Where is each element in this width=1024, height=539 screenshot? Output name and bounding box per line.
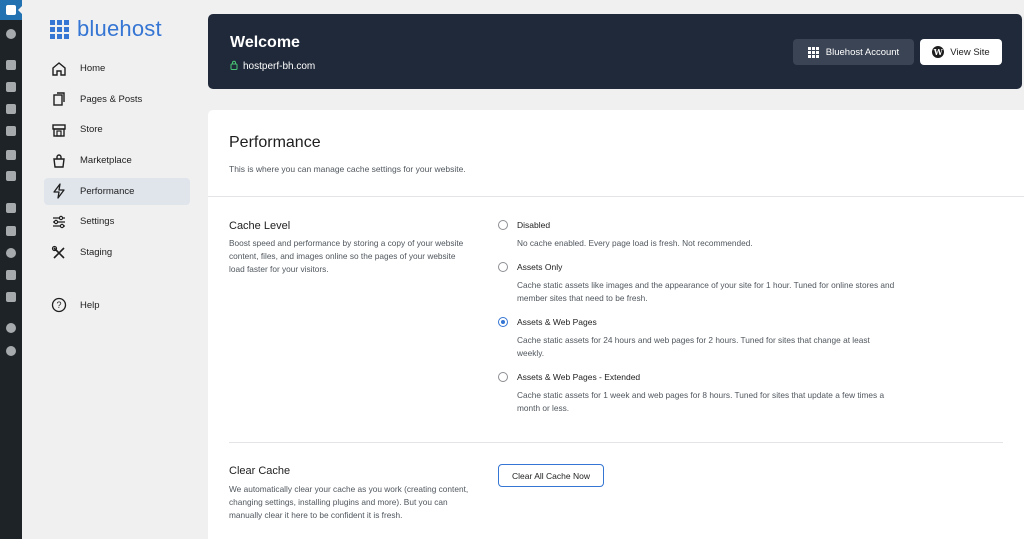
- svg-text:?: ?: [56, 301, 61, 311]
- bluehost-grid-icon: [50, 19, 69, 39]
- sidebar-item-help[interactable]: ? Help: [44, 292, 190, 319]
- sidebar-item-label: Performance: [80, 185, 135, 197]
- media-icon[interactable]: [0, 77, 22, 97]
- radio-assets-only[interactable]: [498, 262, 508, 272]
- dashboard-grid-icon[interactable]: [0, 0, 23, 20]
- users-icon[interactable]: [0, 243, 22, 263]
- store-icon: [51, 122, 67, 138]
- sidebar-item-label: Settings: [80, 216, 115, 228]
- welcome-title: Welcome: [230, 34, 300, 51]
- tools-icon[interactable]: [0, 265, 22, 285]
- clear-cache-description: We automatically clear your cache as you…: [229, 484, 469, 520]
- sidebar-item-marketplace[interactable]: Marketplace: [44, 147, 190, 174]
- view-site-label: View Site: [950, 46, 990, 58]
- sidebar-nav: Home Pages & Posts Store Marketplace Per…: [44, 55, 190, 323]
- site-domain: hostperf-bh.com: [230, 60, 315, 73]
- sidebar-item-store[interactable]: Store: [44, 116, 190, 143]
- cache-level-description: Boost speed and performance by storing a…: [229, 238, 464, 274]
- option-description: No cache enabled. Every page load is fre…: [517, 238, 753, 248]
- option-description: Cache static assets for 1 week and web p…: [517, 390, 885, 413]
- site-domain-text: hostperf-bh.com: [243, 61, 316, 72]
- cache-level-title: Cache Level: [229, 220, 291, 232]
- divider: [229, 442, 1003, 443]
- welcome-banner: Welcome hostperf-bh.com Bluehost Account…: [208, 14, 1022, 89]
- bolt-icon: [51, 183, 67, 199]
- divider: [208, 196, 1024, 197]
- page-description: This is where you can manage cache setti…: [229, 164, 466, 174]
- radio-assets-web-pages[interactable]: [498, 317, 508, 327]
- chart-icon[interactable]: [0, 166, 22, 186]
- lock-icon: [230, 60, 238, 73]
- clear-all-cache-button[interactable]: Clear All Cache Now: [498, 464, 604, 487]
- comments-icon[interactable]: [0, 121, 22, 141]
- bluehost-sidebar: bluehost Home Pages & Posts Store Market…: [22, 0, 200, 539]
- settings-icon[interactable]: [0, 287, 22, 307]
- mail-icon[interactable]: [0, 145, 22, 165]
- option-label: Assets Only: [517, 262, 563, 272]
- sidebar-item-home[interactable]: Home: [44, 55, 190, 82]
- page-title: Performance: [229, 134, 321, 151]
- wordpress-icon: W: [932, 46, 945, 58]
- radio-assets-web-pages-extended[interactable]: [498, 372, 508, 382]
- speedometer-icon[interactable]: [0, 24, 22, 44]
- sliders-icon: [51, 214, 67, 230]
- brand-name: bluehost: [77, 16, 162, 41]
- bluehost-account-button[interactable]: Bluehost Account: [793, 39, 914, 65]
- sidebar-item-label: Staging: [80, 247, 113, 259]
- sidebar-item-performance[interactable]: Performance: [44, 177, 190, 205]
- pages-icon: [51, 91, 67, 107]
- option-label: Assets & Web Pages: [517, 317, 597, 327]
- home-icon: [51, 61, 67, 77]
- bag-icon: [51, 153, 67, 169]
- sidebar-item-staging[interactable]: Staging: [44, 239, 190, 266]
- sidebar-item-label: Home: [80, 63, 106, 74]
- option-description: Cache static assets for 24 hours and web…: [517, 335, 870, 358]
- bluehost-account-label: Bluehost Account: [825, 46, 900, 58]
- option-label: Disabled: [517, 220, 551, 230]
- clear-cache-title: Clear Cache: [229, 465, 291, 477]
- option-label: Assets & Web Pages - Extended: [517, 372, 641, 382]
- plugins-icon[interactable]: [0, 221, 22, 241]
- radio-disabled[interactable]: [498, 220, 508, 230]
- sidebar-item-label: Store: [80, 124, 103, 136]
- sidebar-item-label: Help: [80, 299, 100, 311]
- play-icon[interactable]: [0, 341, 22, 361]
- bluehost-logo[interactable]: bluehost: [50, 16, 162, 42]
- option-description: Cache static assets like images and the …: [517, 280, 895, 303]
- tools-icon: [51, 245, 67, 261]
- brush-icon[interactable]: [0, 198, 22, 218]
- bluehost-grid-icon: [807, 46, 819, 58]
- view-site-button[interactable]: W View Site: [920, 39, 1002, 65]
- sidebar-item-label: Pages & Posts: [80, 93, 143, 105]
- wp-admin-menu: [0, 0, 23, 539]
- help-icon: ?: [51, 297, 67, 313]
- sidebar-item-label: Marketplace: [80, 155, 132, 167]
- sidebar-item-pages-posts[interactable]: Pages & Posts: [44, 86, 190, 113]
- pages-icon[interactable]: [0, 99, 22, 119]
- performance-card: Performance This is where you can manage…: [208, 110, 1024, 539]
- sidebar-item-settings[interactable]: Settings: [44, 208, 190, 235]
- gear-badge-icon[interactable]: [0, 318, 22, 338]
- pin-icon[interactable]: [0, 55, 22, 75]
